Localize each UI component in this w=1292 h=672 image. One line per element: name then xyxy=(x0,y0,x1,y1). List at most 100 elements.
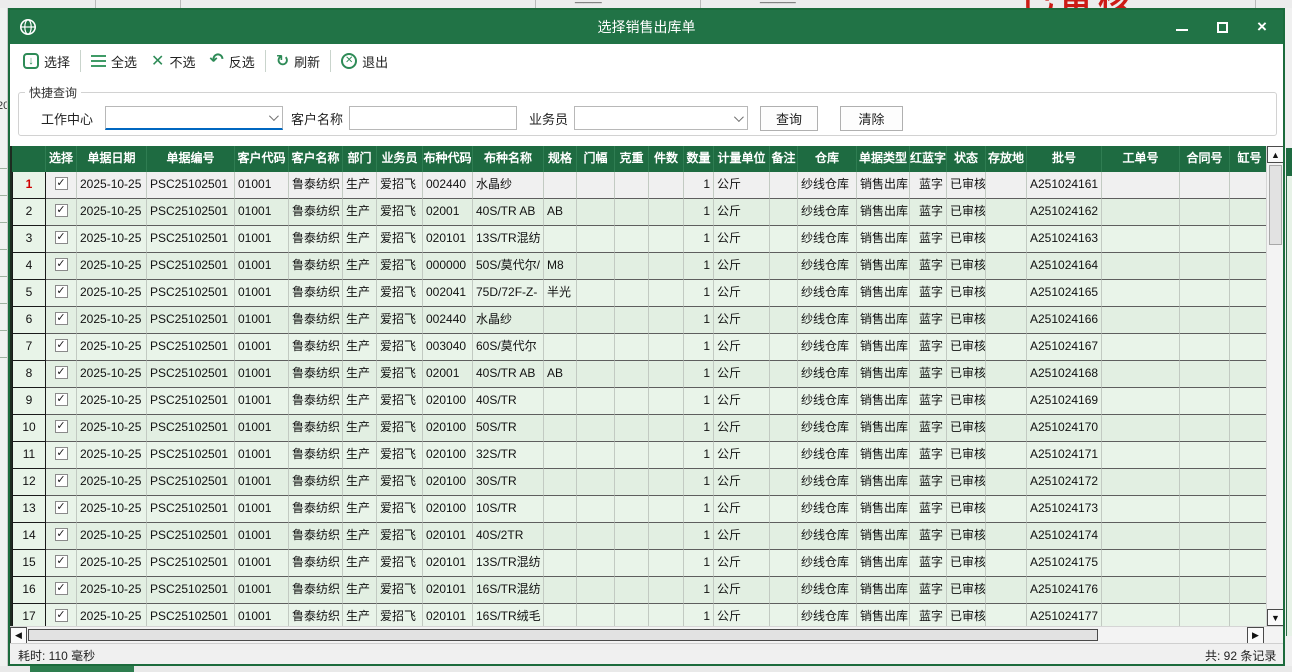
cell-check[interactable]: ✓ xyxy=(46,415,77,442)
row-checkbox[interactable]: ✓ xyxy=(55,177,68,190)
salesman-combobox[interactable] xyxy=(574,106,748,130)
cell-check[interactable]: ✓ xyxy=(46,361,77,388)
column-header[interactable]: 单据日期 xyxy=(77,146,147,172)
column-header[interactable]: 备注 xyxy=(770,146,798,172)
row-checkbox[interactable]: ✓ xyxy=(55,582,68,595)
column-header[interactable]: 客户名称 xyxy=(289,146,343,172)
row-checkbox[interactable]: ✓ xyxy=(55,204,68,217)
column-header[interactable]: 存放地 xyxy=(986,146,1027,172)
row-checkbox[interactable]: ✓ xyxy=(55,474,68,487)
table-row[interactable]: 1✓2025-10-25PSC2510250101001鲁泰纺织生产爱招飞002… xyxy=(12,172,1266,199)
search-button[interactable]: 查询 xyxy=(760,106,818,131)
row-checkbox[interactable]: ✓ xyxy=(55,285,68,298)
table-row[interactable]: 4✓2025-10-25PSC2510250101001鲁泰纺织生产爱招飞000… xyxy=(12,253,1266,280)
table-row[interactable]: 12✓2025-10-25PSC2510250101001鲁泰纺织生产爱招飞02… xyxy=(12,469,1266,496)
cell-check[interactable]: ✓ xyxy=(46,307,77,334)
cell-check[interactable]: ✓ xyxy=(46,172,77,199)
table-row[interactable]: 9✓2025-10-25PSC2510250101001鲁泰纺织生产爱招飞020… xyxy=(12,388,1266,415)
column-header[interactable]: 克重 xyxy=(615,146,649,172)
minimize-button[interactable] xyxy=(1175,20,1189,34)
column-header[interactable]: 件数 xyxy=(649,146,684,172)
row-checkbox[interactable]: ✓ xyxy=(55,258,68,271)
cell-check[interactable]: ✓ xyxy=(46,523,77,550)
scroll-down-arrow[interactable]: ▼ xyxy=(1267,609,1284,626)
column-header[interactable]: 选择 xyxy=(46,146,77,172)
column-header[interactable]: 状态 xyxy=(947,146,986,172)
cell-check[interactable]: ✓ xyxy=(46,550,77,577)
row-checkbox[interactable]: ✓ xyxy=(55,501,68,514)
cell-check[interactable]: ✓ xyxy=(46,334,77,361)
maximize-button[interactable] xyxy=(1215,20,1229,34)
column-header[interactable]: 布种代码 xyxy=(423,146,473,172)
scroll-right-arrow[interactable]: ▶ xyxy=(1247,627,1264,644)
vertical-scroll-thumb[interactable] xyxy=(1269,165,1282,245)
customer-name-input[interactable] xyxy=(349,106,517,130)
row-checkbox[interactable]: ✓ xyxy=(55,339,68,352)
row-checkbox[interactable]: ✓ xyxy=(55,393,68,406)
cell-redblue: 蓝字 xyxy=(910,415,947,442)
row-checkbox[interactable]: ✓ xyxy=(55,366,68,379)
table-row[interactable]: 16✓2025-10-25PSC2510250101001鲁泰纺织生产爱招飞02… xyxy=(12,577,1266,604)
row-checkbox[interactable]: ✓ xyxy=(55,528,68,541)
column-header[interactable]: 数量 xyxy=(684,146,714,172)
table-row[interactable]: 6✓2025-10-25PSC2510250101001鲁泰纺织生产爱招飞002… xyxy=(12,307,1266,334)
column-header[interactable]: 合同号 xyxy=(1180,146,1230,172)
column-header[interactable]: 单据编号 xyxy=(147,146,235,172)
row-checkbox[interactable]: ✓ xyxy=(55,420,68,433)
column-header[interactable]: 门幅 xyxy=(577,146,615,172)
column-header[interactable]: 布种名称 xyxy=(473,146,544,172)
cell-check[interactable]: ✓ xyxy=(46,469,77,496)
row-checkbox[interactable]: ✓ xyxy=(55,231,68,244)
work-center-combobox[interactable] xyxy=(105,106,283,130)
table-row[interactable]: 15✓2025-10-25PSC2510250101001鲁泰纺织生产爱招飞02… xyxy=(12,550,1266,577)
refresh-button[interactable]: ↻ 刷新 xyxy=(269,48,327,74)
cell-check[interactable]: ✓ xyxy=(46,442,77,469)
table-row[interactable]: 5✓2025-10-25PSC2510250101001鲁泰纺织生产爱招飞002… xyxy=(12,280,1266,307)
select-button[interactable]: ↓ 选择 xyxy=(16,49,77,74)
exit-button[interactable]: ✕ 退出 xyxy=(334,49,395,74)
scroll-left-arrow[interactable]: ◀ xyxy=(10,627,27,644)
row-checkbox[interactable]: ✓ xyxy=(55,555,68,568)
column-header[interactable]: 工单号 xyxy=(1102,146,1180,172)
horizontal-scroll-thumb[interactable] xyxy=(28,629,1098,641)
cell-check[interactable]: ✓ xyxy=(46,604,77,626)
select-all-button[interactable]: 全选 xyxy=(84,49,144,74)
cell-check[interactable]: ✓ xyxy=(46,388,77,415)
deselect-button[interactable]: ✕ 不选 xyxy=(144,48,202,74)
table-row[interactable]: 11✓2025-10-25PSC2510250101001鲁泰纺织生产爱招飞02… xyxy=(12,442,1266,469)
horizontal-scrollbar[interactable]: ◀ ▶ xyxy=(10,626,1283,643)
table-row[interactable]: 3✓2025-10-25PSC2510250101001鲁泰纺织生产爱招飞020… xyxy=(12,226,1266,253)
cell-doctype: 销售出库 xyxy=(857,388,910,415)
vertical-scrollbar[interactable]: ▲ ▼ xyxy=(1266,146,1283,626)
row-checkbox[interactable]: ✓ xyxy=(55,609,68,622)
column-header[interactable]: 业务员 xyxy=(377,146,423,172)
row-checkbox[interactable]: ✓ xyxy=(55,312,68,325)
scroll-up-arrow[interactable]: ▲ xyxy=(1267,146,1284,163)
table-row[interactable]: 10✓2025-10-25PSC2510250101001鲁泰纺织生产爱招飞02… xyxy=(12,415,1266,442)
cell-check[interactable]: ✓ xyxy=(46,496,77,523)
row-checkbox[interactable]: ✓ xyxy=(55,447,68,460)
column-header[interactable]: 部门 xyxy=(343,146,377,172)
table-row[interactable]: 13✓2025-10-25PSC2510250101001鲁泰纺织生产爱招飞02… xyxy=(12,496,1266,523)
table-row[interactable]: 2✓2025-10-25PSC2510250101001鲁泰纺织生产爱招飞020… xyxy=(12,199,1266,226)
table-row[interactable]: 7✓2025-10-25PSC2510250101001鲁泰纺织生产爱招飞003… xyxy=(12,334,1266,361)
cell-check[interactable]: ✓ xyxy=(46,199,77,226)
column-header[interactable]: 计量单位 xyxy=(714,146,770,172)
cell-check[interactable]: ✓ xyxy=(46,280,77,307)
column-header[interactable]: 红蓝字 xyxy=(910,146,947,172)
clear-button[interactable]: 清除 xyxy=(840,106,903,131)
column-header[interactable]: 单据类型 xyxy=(857,146,910,172)
column-header[interactable]: 批号 xyxy=(1027,146,1102,172)
column-header[interactable]: 规格 xyxy=(544,146,577,172)
column-header[interactable]: 仓库 xyxy=(798,146,857,172)
column-header[interactable]: 缸号 xyxy=(1230,146,1266,172)
table-row[interactable]: 17✓2025-10-25PSC2510250101001鲁泰纺织生产爱招飞02… xyxy=(12,604,1266,626)
column-header[interactable]: 客户代码 xyxy=(235,146,289,172)
table-row[interactable]: 8✓2025-10-25PSC2510250101001鲁泰纺织生产爱招飞020… xyxy=(12,361,1266,388)
table-row[interactable]: 14✓2025-10-25PSC2510250101001鲁泰纺织生产爱招飞02… xyxy=(12,523,1266,550)
cell-check[interactable]: ✓ xyxy=(46,226,77,253)
cell-check[interactable]: ✓ xyxy=(46,577,77,604)
close-button[interactable]: × xyxy=(1255,20,1269,34)
invert-selection-button[interactable]: ↶ 反选 xyxy=(202,48,261,74)
cell-check[interactable]: ✓ xyxy=(46,253,77,280)
